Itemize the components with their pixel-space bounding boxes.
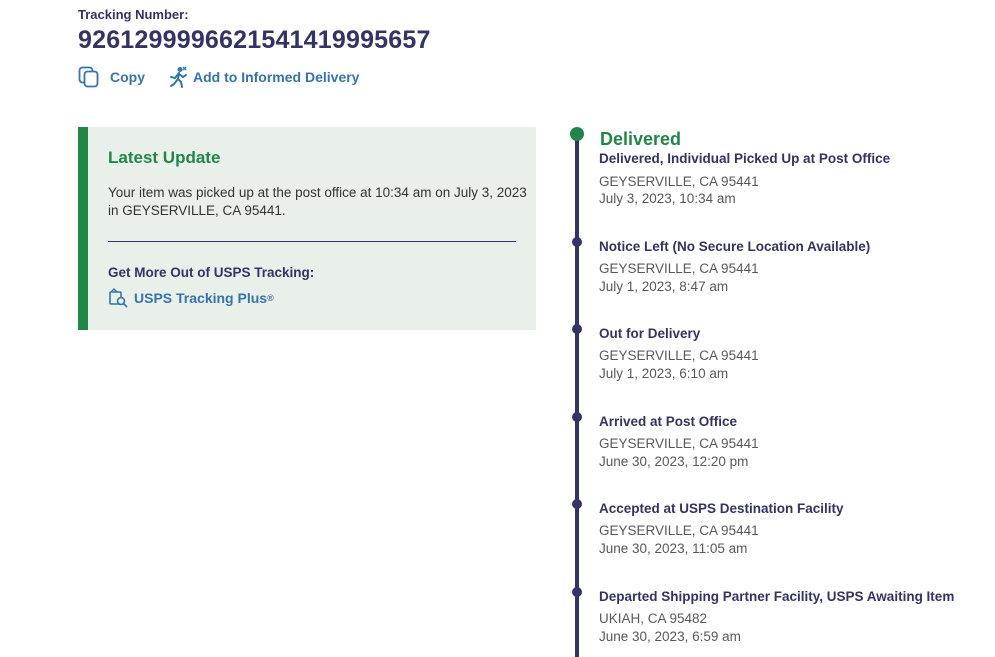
event-title: Delivered, Individual Picked Up at Post … [599,151,891,166]
event-datetime: June 30, 2023, 12:20 pm [599,454,749,469]
event-title: Notice Left (No Secure Location Availabl… [599,239,871,254]
tracking-number-label: Tracking Number: [78,7,189,22]
latest-update-text: Your item was picked up at the post offi… [108,185,527,218]
add-to-informed-delivery-button[interactable]: Add to Informed Delivery [167,66,359,88]
event-location: UKIAH, CA 95482 [599,611,708,626]
event-location: GEYSERVILLE, CA 95441 [599,261,759,276]
tracking-plus-icon [109,288,128,308]
usps-tracking-plus-label: USPS Tracking Plus [134,290,268,306]
event-dot [572,237,582,247]
mail-carrier-icon [170,66,187,88]
event-dot [572,412,582,422]
event-location: GEYSERVILLE, CA 95441 [599,174,759,189]
event-datetime: July 1, 2023, 6:10 am [599,366,729,381]
latest-update-title: Latest Update [108,148,221,167]
event-location: GEYSERVILLE, CA 95441 [599,348,759,363]
copy-button[interactable]: Copy [78,66,145,88]
event-datetime: June 30, 2023, 6:59 am [599,629,741,644]
event-dot [572,324,582,334]
event-title: Departed Shipping Partner Facility, USPS… [599,589,955,604]
registered-mark: ® [267,293,274,303]
tracking-history-timeline: Delivered Delivered, Individual Picked U… [560,127,995,657]
event-datetime: June 30, 2023, 11:05 am [599,541,748,556]
event-location: GEYSERVILLE, CA 95441 [599,523,759,538]
add-to-informed-delivery-label: Add to Informed Delivery [193,69,360,85]
usps-tracking-plus-link[interactable]: USPS Tracking Plus ® [108,288,274,308]
event-title: Out for Delivery [599,326,701,341]
divider [108,241,516,242]
tracking-number: 9261299996621541419995657 [78,26,431,54]
event-dot [572,587,582,597]
current-status: Delivered [600,129,682,149]
latest-update-panel: Latest Update Your item was picked up at… [78,127,536,330]
event-title: Arrived at Post Office [599,414,738,429]
status-dot-delivered [570,127,584,141]
tracking-actions: Copy Add to Informed Delivery [78,65,359,89]
timeline-line [575,137,579,657]
get-more-heading: Get More Out of USPS Tracking: [108,265,315,280]
event-datetime: July 1, 2023, 8:47 am [599,279,729,294]
copy-icon [78,66,99,88]
event-title: Accepted at USPS Destination Facility [599,501,844,516]
event-location: GEYSERVILLE, CA 95441 [599,436,759,451]
event-datetime: July 3, 2023, 10:34 am [599,191,736,206]
copy-label: Copy [110,69,145,85]
event-dot [572,499,582,509]
